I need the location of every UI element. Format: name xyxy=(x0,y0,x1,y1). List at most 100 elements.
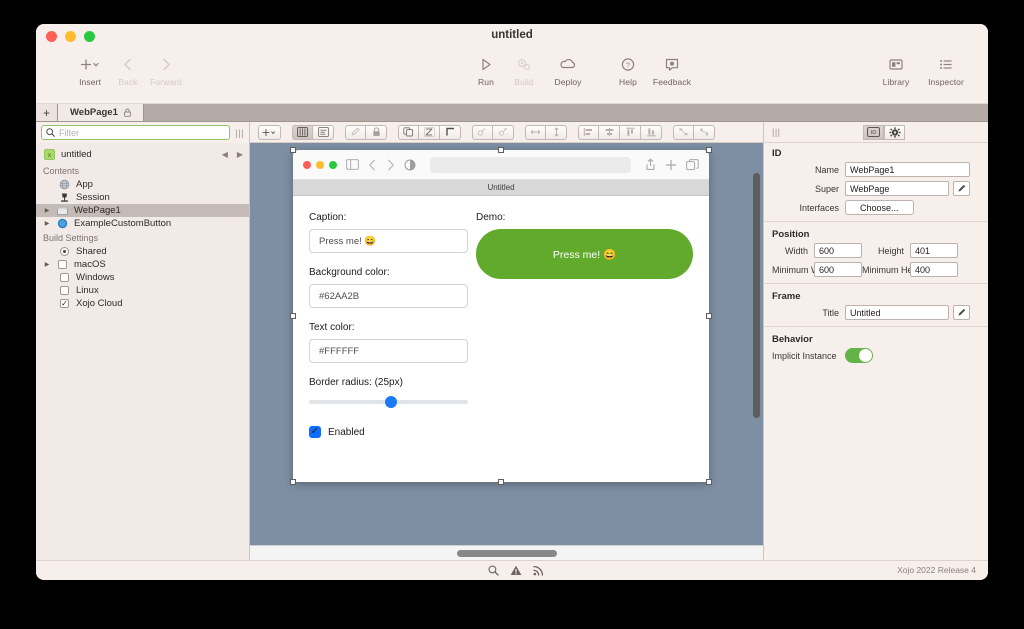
tree-item-session[interactable]: Session xyxy=(36,191,249,204)
minimum-width-field[interactable]: 600 xyxy=(814,262,862,277)
zorder-icon[interactable] xyxy=(419,125,440,140)
implicit-instance-toggle[interactable] xyxy=(845,348,873,363)
tree-item-windows[interactable]: Windows xyxy=(36,271,249,284)
preview-minimize-button[interactable] xyxy=(316,161,324,169)
align-top-icon[interactable] xyxy=(620,125,641,140)
search-input[interactable]: Filter xyxy=(41,125,230,140)
webpage-preview[interactable]: Untitled Caption: Press me! 😄 Background… xyxy=(293,150,709,482)
chevron-left-icon[interactable] xyxy=(368,159,377,171)
tabs-overview-icon[interactable] xyxy=(686,159,699,171)
width-arrows-icon[interactable] xyxy=(525,125,546,140)
toolbar-run-button[interactable]: Run xyxy=(468,53,504,87)
name-field[interactable]: WebPage1 xyxy=(845,162,970,177)
chevron-right-icon[interactable] xyxy=(386,159,395,171)
toolbar-inspector-button[interactable]: Inspector xyxy=(922,53,970,87)
preview-close-button[interactable] xyxy=(303,161,311,169)
share-icon[interactable] xyxy=(645,158,656,171)
selection-handle-bottom-right[interactable] xyxy=(706,479,712,485)
sidebar-toggle-icon[interactable] xyxy=(346,159,359,170)
super-edit-pencil-icon[interactable] xyxy=(953,181,970,196)
id-badge-icon[interactable]: ID xyxy=(863,125,884,140)
toolbar-feedback-button[interactable]: Feedback xyxy=(648,53,696,87)
checkbox-icon[interactable]: ✓ xyxy=(58,298,71,310)
choose-interfaces-button[interactable]: Choose... xyxy=(845,200,914,215)
width-field[interactable]: 600 xyxy=(814,243,862,258)
height-field[interactable]: 401 xyxy=(910,243,958,258)
caption-input[interactable]: Press me! 😄 xyxy=(309,229,468,253)
checkbox-icon[interactable] xyxy=(58,285,71,297)
minimize-button[interactable] xyxy=(65,31,76,42)
tree-item-webpage1[interactable]: ▶ WebPage1 xyxy=(36,204,249,217)
pencil-icon[interactable] xyxy=(345,125,366,140)
reader-contrast-icon[interactable] xyxy=(404,159,416,171)
slider-thumb[interactable] xyxy=(385,396,397,408)
disclosure-triangle-icon[interactable]: ▶ xyxy=(43,220,51,227)
disclosure-triangle-icon[interactable]: ▶ xyxy=(43,207,51,214)
align-bottom-icon[interactable] xyxy=(641,125,662,140)
checkbox-icon[interactable] xyxy=(56,259,69,271)
copy-icon[interactable] xyxy=(398,125,419,140)
border-radius-slider[interactable] xyxy=(309,394,468,410)
selection-handle-top-left[interactable] xyxy=(290,147,296,153)
add-dropdown-icon[interactable] xyxy=(258,125,281,140)
toolbar-help-button[interactable]: ? Help xyxy=(610,53,646,87)
toolbar-deploy-button[interactable]: Deploy xyxy=(544,53,592,87)
corner-icon[interactable] xyxy=(440,125,461,140)
toolbar-library-button[interactable]: Library xyxy=(872,53,920,87)
toolbar-insert-button[interactable]: Insert xyxy=(72,53,108,87)
design-canvas[interactable]: Untitled Caption: Press me! 😄 Background… xyxy=(250,143,763,545)
grip-icon[interactable]: ||| xyxy=(772,127,781,137)
tab-webpage1[interactable]: WebPage1 xyxy=(58,104,144,121)
checkbox-icon[interactable]: ✓ xyxy=(309,426,321,438)
unlink-icon[interactable] xyxy=(493,125,514,140)
preview-url-field[interactable] xyxy=(430,157,631,173)
tree-item-linux[interactable]: Linux xyxy=(36,284,249,297)
disclosure-triangle-icon[interactable]: ▶ xyxy=(43,261,51,268)
layout-page-icon[interactable] xyxy=(313,125,334,140)
nav-forward-icon[interactable]: ▶ xyxy=(237,150,243,159)
preview-zoom-button[interactable] xyxy=(329,161,337,169)
selection-handle-top-center[interactable] xyxy=(498,147,504,153)
close-button[interactable] xyxy=(46,31,57,42)
height-arrows-icon[interactable] xyxy=(546,125,567,140)
title-field[interactable]: Untitled xyxy=(845,305,949,320)
align-center-icon[interactable] xyxy=(599,125,620,140)
checkbox-icon[interactable] xyxy=(58,272,71,284)
tree-root-untitled[interactable]: x untitled ◀ ▶ xyxy=(36,145,249,163)
selection-handle-middle-left[interactable] xyxy=(290,313,296,319)
background-color-input[interactable]: #62AA2B xyxy=(309,284,468,308)
grip-icon[interactable]: ||| xyxy=(235,128,244,138)
canvas-horizontal-scroll-area[interactable] xyxy=(250,545,763,560)
minimum-height-field[interactable]: 400 xyxy=(910,262,958,277)
tree-item-examplecustombutton[interactable]: ▶ ExampleCustomButton xyxy=(36,217,249,230)
zoom-button[interactable] xyxy=(84,31,95,42)
selection-handle-top-right[interactable] xyxy=(706,147,712,153)
super-field[interactable]: WebPage xyxy=(845,181,949,196)
title-edit-pencil-icon[interactable] xyxy=(953,305,970,320)
demo-press-me-button[interactable]: Press me! 😄 xyxy=(476,229,693,279)
tree-item-shared[interactable]: Shared xyxy=(36,245,249,258)
lock-link-icon[interactable] xyxy=(472,125,493,140)
enabled-checkbox-row[interactable]: ✓ Enabled xyxy=(309,426,468,438)
plus-icon[interactable] xyxy=(665,159,677,171)
nav-back-icon[interactable]: ◀ xyxy=(222,150,228,159)
add-tab-button[interactable]: + xyxy=(36,104,58,121)
text-color-input[interactable]: #FFFFFF xyxy=(309,339,468,363)
tree-item-xojocloud[interactable]: ✓ Xojo Cloud xyxy=(36,297,249,310)
layout-columns-icon[interactable] xyxy=(292,125,313,140)
radio-icon[interactable] xyxy=(58,246,71,258)
align-left-icon[interactable] xyxy=(578,125,599,140)
toolbar-back-button[interactable]: Back xyxy=(110,53,146,87)
selection-handle-bottom-center[interactable] xyxy=(498,479,504,485)
gear-icon[interactable] xyxy=(884,125,905,140)
selection-handle-middle-right[interactable] xyxy=(706,313,712,319)
lock-icon[interactable] xyxy=(366,125,387,140)
tree-item-macos[interactable]: ▶ macOS xyxy=(36,258,249,271)
toolbar-build-button[interactable]: Build xyxy=(506,53,542,87)
toolbar-forward-button[interactable]: Forward xyxy=(148,53,184,87)
distribute-v-icon[interactable] xyxy=(694,125,715,140)
distribute-h-icon[interactable] xyxy=(673,125,694,140)
search-icon[interactable] xyxy=(488,565,499,576)
canvas-horizontal-scrollbar[interactable] xyxy=(457,550,557,557)
tree-item-app[interactable]: App xyxy=(36,178,249,191)
